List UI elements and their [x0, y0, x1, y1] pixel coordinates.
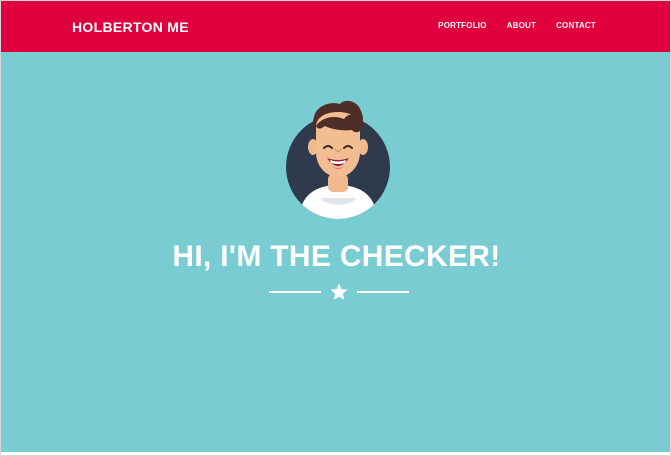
browser-viewport: HOLBERTON ME PORTFOLIO ABOUT CONTACT HI,… [0, 0, 671, 456]
hero-section: HI, I'M THE CHECKER! [1, 52, 670, 452]
avatar [286, 100, 390, 219]
divider-line-left [269, 291, 321, 293]
nav-link-contact[interactable]: CONTACT [556, 21, 596, 31]
nav-link-about[interactable]: ABOUT [507, 21, 536, 31]
brand-logo[interactable]: HOLBERTON ME [72, 18, 189, 36]
divider-line-right [357, 291, 409, 293]
page-bottom-edge [1, 452, 670, 455]
page-title: HI, I'M THE CHECKER! [172, 240, 501, 273]
nav-link-portfolio[interactable]: PORTFOLIO [438, 21, 486, 31]
nav-links: PORTFOLIO ABOUT CONTACT [438, 21, 596, 31]
navbar: HOLBERTON ME PORTFOLIO ABOUT CONTACT [1, 1, 670, 52]
star-icon [330, 283, 348, 300]
star-divider [269, 282, 409, 302]
